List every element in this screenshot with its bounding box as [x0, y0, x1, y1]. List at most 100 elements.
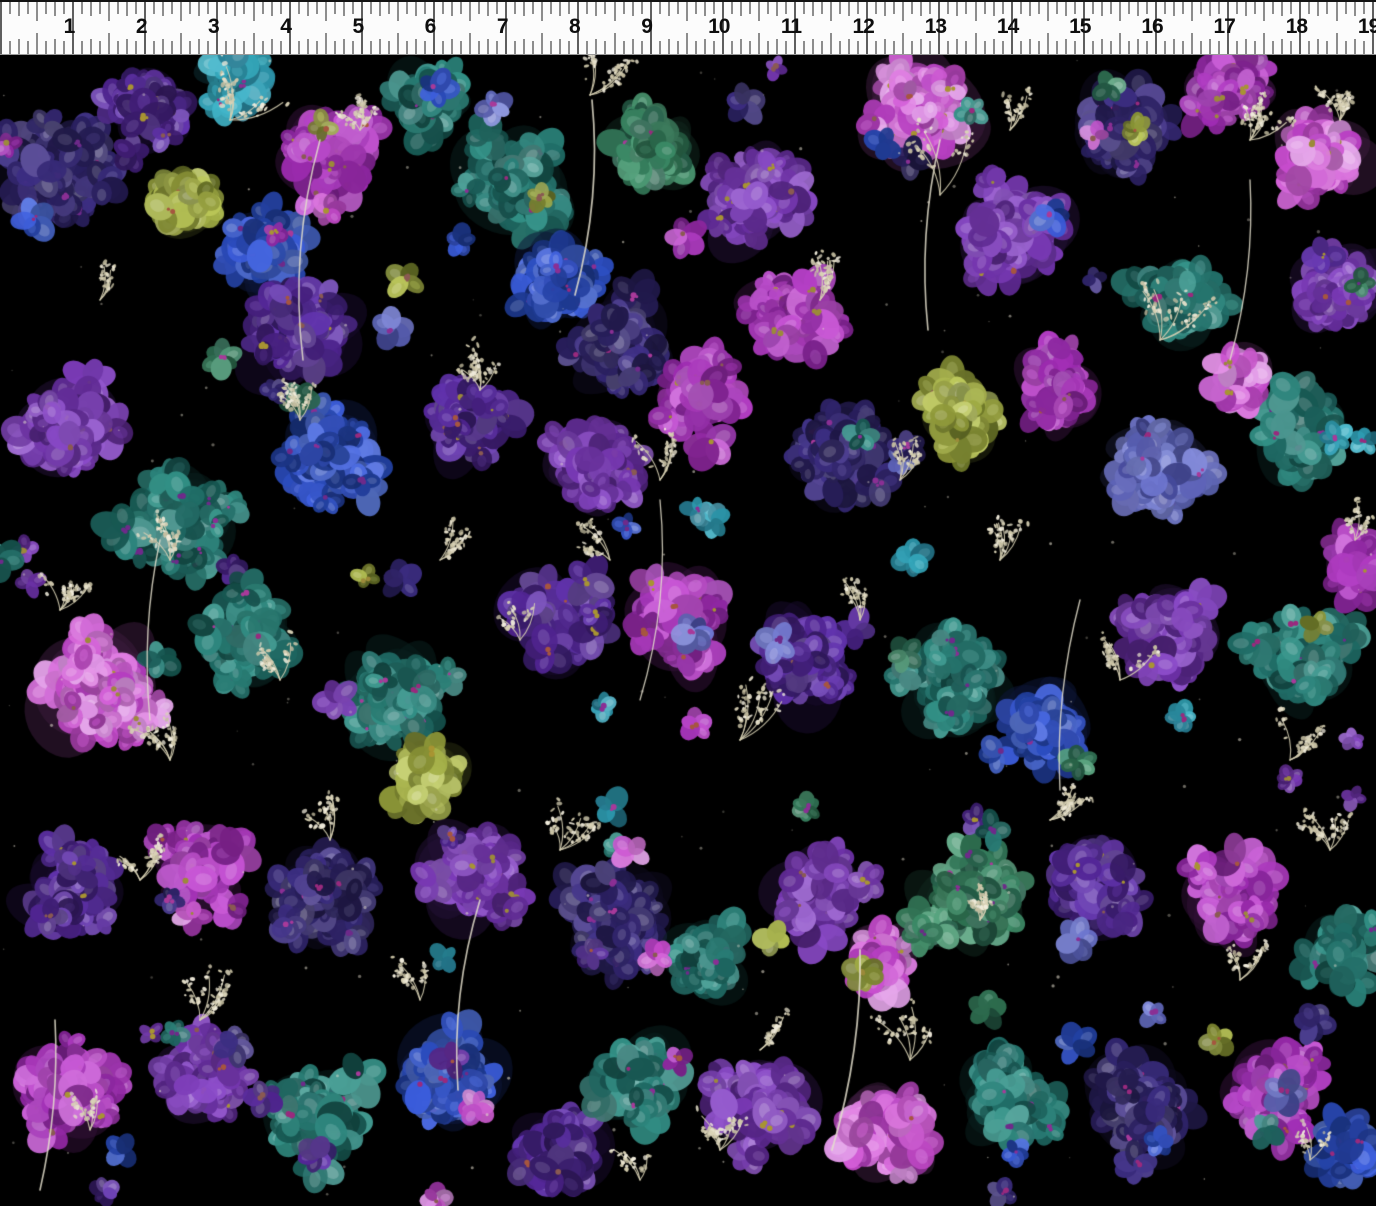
- ruler-tick: [677, 2, 679, 14]
- ruler-tick: [857, 2, 859, 14]
- ruler-tick: [153, 41, 155, 54]
- ruler-number: 10: [697, 14, 741, 40]
- ruler-tick: [1092, 2, 1094, 14]
- ruler-tick: [1047, 33, 1049, 54]
- ruler-tick: [262, 41, 264, 54]
- ruler-tick: [406, 41, 408, 54]
- ruler-tick: [550, 2, 552, 14]
- ruler-tick: [9, 2, 11, 14]
- ruler-tick: [632, 39, 634, 54]
- ruler-tick: [821, 41, 823, 54]
- ruler-number: 9: [625, 14, 669, 40]
- ruler-tick: [162, 39, 164, 54]
- ruler-tick: [280, 2, 282, 14]
- ruler-tick: [1345, 2, 1347, 14]
- ruler-tick: [911, 41, 913, 54]
- ruler-tick: [975, 33, 977, 54]
- ruler-tick: [1290, 2, 1292, 14]
- ruler-tick: [740, 39, 742, 54]
- ruler-tick: [875, 2, 877, 14]
- ruler-tick: [135, 2, 137, 14]
- ruler-tick: [929, 41, 931, 54]
- ruler-tick: [388, 2, 390, 14]
- ruler-tick: [884, 39, 886, 54]
- ruler-tick: [1020, 41, 1022, 54]
- ruler-tick: [641, 2, 643, 14]
- ruler-tick: [1200, 2, 1202, 14]
- ruler-tick: [659, 2, 661, 14]
- ruler-tick: [153, 2, 155, 14]
- ruler-number: 8: [552, 14, 596, 40]
- ruler-number: 14: [986, 14, 1030, 40]
- ruler-number: 5: [336, 14, 380, 40]
- ruler-tick: [893, 2, 895, 14]
- ruler-tick: [280, 41, 282, 54]
- ruler-tick: [929, 2, 931, 14]
- ruler-tick: [749, 2, 751, 14]
- ruler-tick: [514, 2, 516, 14]
- ruler-tick: [623, 2, 625, 14]
- ruler-tick: [749, 41, 751, 54]
- ruler-tick: [1191, 2, 1193, 21]
- ruler-tick: [1236, 2, 1238, 14]
- ruler-tick: [27, 2, 29, 14]
- ruler-tick: [704, 39, 706, 54]
- ruler-tick: [975, 2, 977, 21]
- ruler-tick: [1047, 2, 1049, 21]
- fabric-swatch: [0, 55, 1376, 1206]
- ruler-number: 18: [1274, 14, 1318, 40]
- ruler-tick: [1020, 2, 1022, 14]
- ruler-tick: [965, 2, 967, 14]
- ruler-tick: [478, 2, 480, 14]
- ruler-tick: [117, 41, 119, 54]
- ruler-tick: [298, 41, 300, 54]
- ruler-tick: [1128, 41, 1130, 54]
- ruler-tick: [180, 33, 182, 54]
- ruler-number: 2: [119, 14, 163, 40]
- ruler-tick: [821, 2, 823, 14]
- ruler-tick: [1056, 41, 1058, 54]
- ruler-number: 12: [841, 14, 885, 40]
- ruler-tick: [271, 39, 273, 54]
- ruler-tick: [415, 39, 417, 54]
- ruler-tick: [108, 33, 110, 54]
- ruler-tick: [1317, 39, 1319, 54]
- ruler-tick: [758, 2, 760, 21]
- ruler-tick: [379, 39, 381, 54]
- ruler-number: 16: [1130, 14, 1174, 40]
- ruler-tick: [36, 2, 38, 21]
- ruler-inch-line: [0, 2, 2, 54]
- ruler-tick: [839, 41, 841, 54]
- ruler-tick: [81, 41, 83, 54]
- ruler-tick: [1002, 41, 1004, 54]
- ruler-tick: [1308, 41, 1310, 54]
- ruler-tick: [993, 39, 995, 54]
- ruler-tick: [54, 39, 56, 54]
- ruler-tick: [451, 39, 453, 54]
- ruler-tick: [388, 41, 390, 54]
- ruler-tick: [785, 2, 787, 14]
- ruler-tick: [1038, 41, 1040, 54]
- ruler-tick: [830, 2, 832, 21]
- ruler-tick: [731, 2, 733, 14]
- ruler-number: 11: [769, 14, 813, 40]
- ruler-tick: [460, 41, 462, 54]
- ruler-number: 6: [408, 14, 452, 40]
- ruler-tick: [839, 2, 841, 14]
- ruler-tick: [1119, 2, 1121, 21]
- ruler-tick: [803, 2, 805, 14]
- ruler-tick: [695, 2, 697, 14]
- ruler-number: 1: [47, 14, 91, 40]
- ruler-number: 17: [1202, 14, 1246, 40]
- ruler-tick: [1290, 41, 1292, 54]
- ruler-tick: [352, 41, 354, 54]
- ruler-tick: [532, 2, 534, 14]
- ruler-tick: [180, 2, 182, 21]
- ruler-tick: [1281, 39, 1283, 54]
- ruler-tick: [677, 41, 679, 54]
- ruler-tick: [469, 2, 471, 21]
- ruler-tick: [965, 41, 967, 54]
- ruler-number: 19: [1347, 14, 1376, 40]
- ruler-tick: [325, 33, 327, 54]
- ruler-tick: [334, 41, 336, 54]
